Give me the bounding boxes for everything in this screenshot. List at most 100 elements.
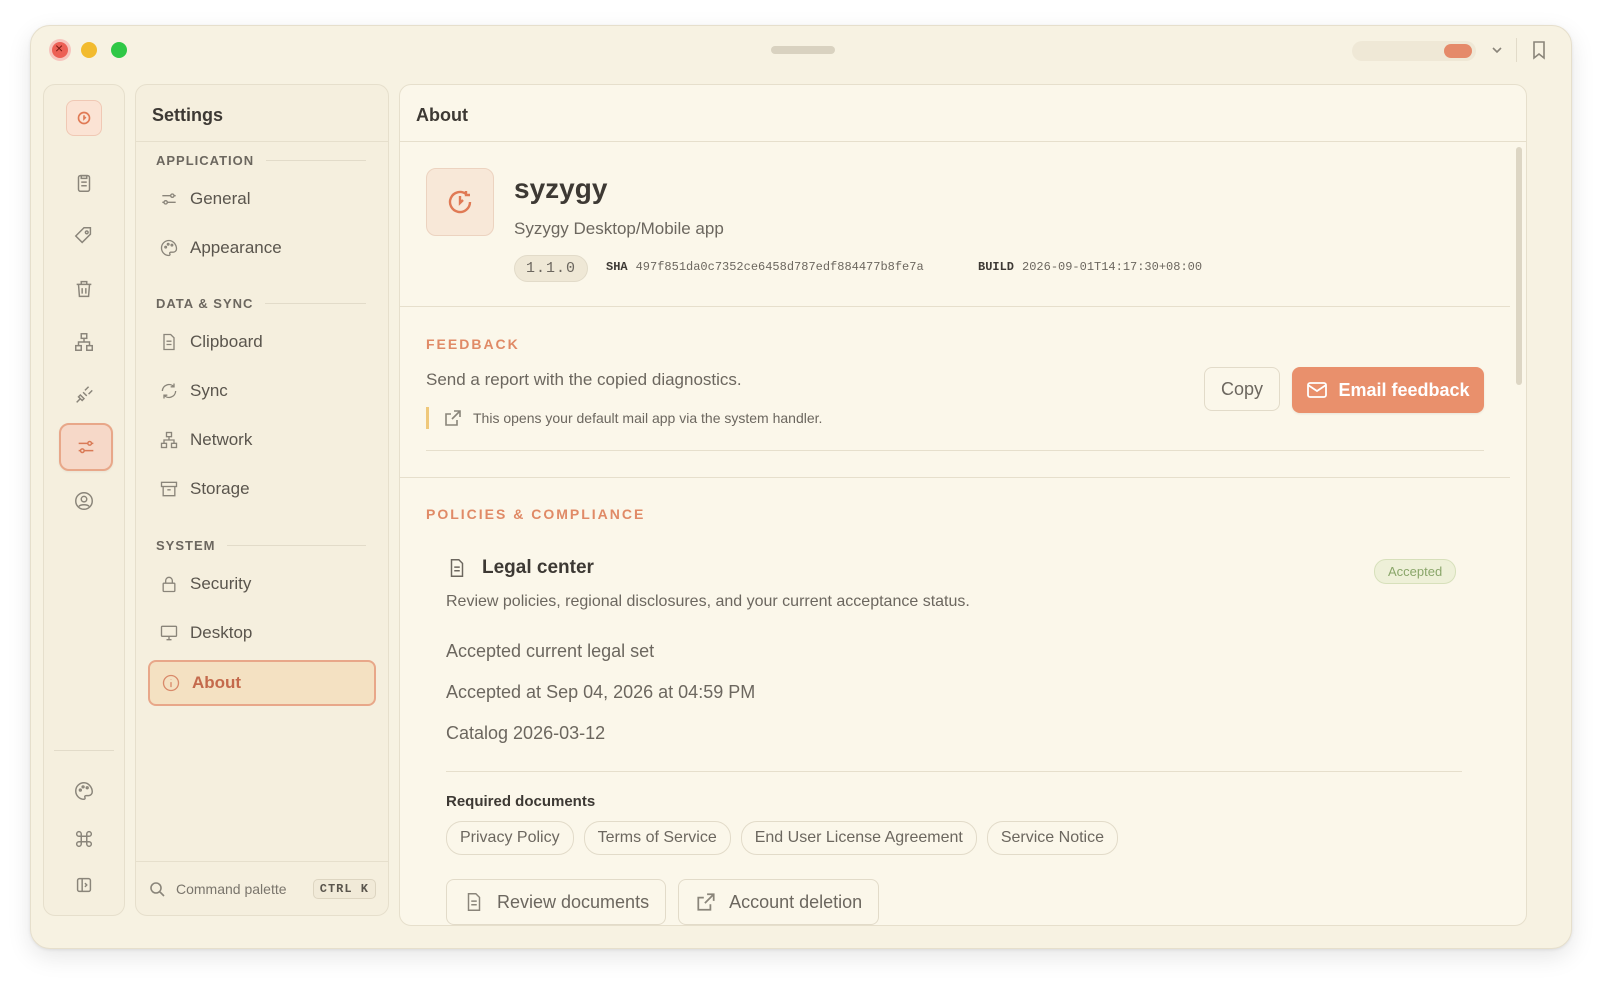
minimize-window-button[interactable] [81,42,97,58]
required-documents-label: Required documents [446,793,596,810]
app-name: syzygy [514,173,608,204]
feedback-section-label: FEEDBACK [426,336,520,352]
sliders-icon [158,188,180,210]
sidebar-item-label: Network [190,430,253,449]
sliders-icon[interactable] [59,423,113,471]
monitor-icon [158,622,180,644]
plug-icon[interactable] [59,373,109,417]
shortcut-hint: CTRL K [312,879,376,899]
sidebar-item-network[interactable]: Network [148,419,376,461]
group-label-text: APPLICATION [156,153,255,168]
titlebar-divider [1516,38,1517,62]
lock-icon [158,573,180,595]
command-icon[interactable] [59,817,109,861]
divider [400,477,1510,478]
sidebar-item-appearance[interactable]: Appearance [148,227,376,269]
trash-icon[interactable] [59,267,109,311]
group-label-text: SYSTEM [156,538,216,553]
drag-handle[interactable] [771,46,835,54]
divider [400,141,1526,142]
command-palette-label: Command palette [176,881,287,897]
app-window: Settings APPLICATION General Appearance … [30,25,1572,949]
network-icon[interactable] [59,320,109,364]
sidebar-item-label: Desktop [190,623,253,642]
group-label-application: APPLICATION [156,153,366,168]
legal-center-label: Legal center [482,557,594,578]
document-chip[interactable]: End User License Agreement [740,821,977,855]
mail-icon [1306,379,1328,401]
bookmark-icon[interactable] [1528,39,1550,61]
legal-center-title: Legal center [446,557,594,579]
group-label-data-sync: DATA & SYNC [156,296,366,311]
settings-sidebar: Settings APPLICATION General Appearance … [135,84,389,916]
feedback-note: This opens your default mail app via the… [426,407,822,429]
sidebar-item-storage[interactable]: Storage [148,468,376,510]
rail-divider [54,750,114,751]
sidebar-item-sync[interactable]: Sync [148,370,376,412]
sha-value: 497f851da0c7352ce6458d787edf884477b8fe7a [635,260,924,274]
email-feedback-label: Email feedback [1338,379,1470,400]
command-palette-button[interactable]: Command palette CTRL K [148,875,376,903]
build-value: 2026-09-01T14:17:30+08:00 [1022,260,1203,274]
info-icon [160,672,182,694]
document-chip[interactable]: Privacy Policy [446,821,574,855]
sidebar-toggle-icon[interactable] [59,863,109,907]
document-chips: Privacy Policy Terms of Service End User… [446,821,1118,855]
sidebar-item-about[interactable]: About [148,660,376,706]
sha-info: SHA 497f851da0c7352ce6458d787edf884477b8f… [606,260,924,274]
palette-icon [158,237,180,259]
sha-label: SHA [606,260,628,274]
document-icon [463,891,485,913]
sidebar-item-label: About [192,673,242,692]
document-chip[interactable]: Terms of Service [583,821,731,855]
sidebar-item-label: Clipboard [190,332,263,351]
policies-section-label: POLICIES & COMPLIANCE [426,506,646,522]
divider [426,450,1484,451]
document-chip[interactable]: Service Notice [986,821,1118,855]
sidebar-item-security[interactable]: Security [148,563,376,605]
sidebar-item-general[interactable]: General [148,178,376,220]
policy-actions: Review documents Account deletion [446,879,880,925]
review-documents-button[interactable]: Review documents [446,879,667,925]
account-deletion-button[interactable]: Account deletion [678,879,880,925]
divider [400,306,1510,307]
app-logo-icon [426,168,494,236]
external-link-icon [443,408,463,428]
email-feedback-button[interactable]: Email feedback [1292,367,1484,413]
group-label-system: SYSTEM [156,538,366,553]
build-info: BUILD 2026-09-01T14:17:30+08:00 [978,260,1202,274]
feedback-text: Send a report with the copied diagnostic… [426,370,742,389]
app-description: Syzygy Desktop/Mobile app [514,219,724,238]
document-icon [446,557,468,579]
legal-accepted-at: Accepted at Sep 04, 2026 at 04:59 PM [446,682,756,702]
tag-icon[interactable] [59,214,109,258]
sidebar-item-label: Appearance [190,238,282,257]
maximize-window-button[interactable] [111,42,127,58]
status-toggle-indicator [1444,44,1472,58]
legal-description: Review policies, regional disclosures, a… [446,593,970,610]
version-badge: 1.1.0 [514,255,589,282]
sidebar-item-label: Storage [190,479,250,498]
legal-catalog: Catalog 2026-03-12 [446,723,606,743]
clipboard-icon[interactable] [59,161,109,205]
sidebar-item-clipboard[interactable]: Clipboard [148,321,376,363]
icon-rail [43,84,125,916]
sidebar-item-label: Sync [190,381,228,400]
divider [446,771,1462,772]
scrollbar[interactable] [1516,147,1522,385]
sidebar-item-desktop[interactable]: Desktop [148,612,376,654]
app-logo-icon[interactable] [66,100,102,136]
network-icon [158,429,180,451]
divider [136,861,388,862]
palette-icon[interactable] [59,769,109,813]
archive-icon [158,478,180,500]
build-label: BUILD [978,260,1015,274]
legal-status-line: Accepted current legal set [446,641,655,661]
group-label-text: DATA & SYNC [156,296,254,311]
close-window-button[interactable] [52,40,68,58]
page-title: About [416,105,468,125]
copy-button[interactable]: Copy [1204,367,1280,411]
user-icon[interactable] [59,479,109,523]
status-toggle[interactable] [1352,41,1476,61]
chevron-down-icon[interactable] [1487,40,1507,60]
